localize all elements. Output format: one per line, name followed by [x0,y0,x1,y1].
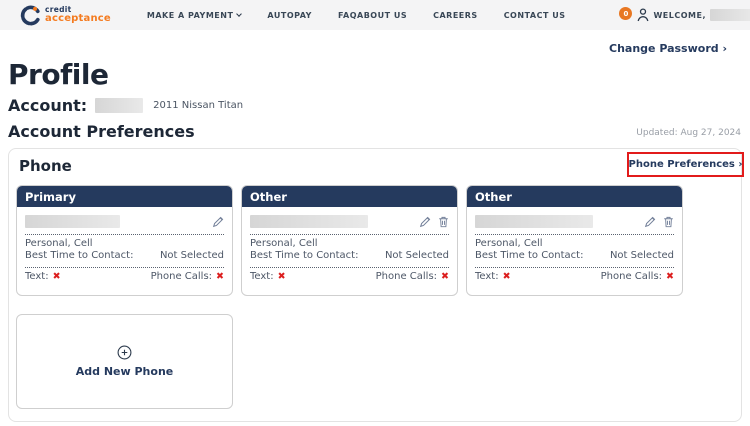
x-mark-icon: ✖ [53,271,61,282]
phone-line-type: Personal, Cell [475,238,674,249]
phone-card-primary: Primary Personal, Cell Best Time to Cont… [16,185,233,296]
phone-type-label: Primary [25,190,76,204]
best-time-label: Best Time to Contact: [25,249,133,263]
trash-icon[interactable] [663,216,674,228]
phone-card-header: Other [242,186,457,207]
text-consent-label: Text: [475,271,499,282]
nav-item-autopay[interactable]: AUTOPAY [267,11,312,20]
redacted-phone-number [250,215,368,228]
phone-type-label: Other [475,190,512,204]
chevron-down-icon [237,11,243,17]
phone-line-type: Personal, Cell [25,238,224,249]
calls-consent-label: Phone Calls: [376,271,437,282]
nav-links-left: MAKE A PAYMENT AUTOPAY FAQ [147,11,357,20]
pencil-icon[interactable] [419,216,431,228]
credit-acceptance-logo-icon [20,5,41,26]
phone-card-header: Other [467,186,682,207]
nav-item-make-a-payment[interactable]: MAKE A PAYMENT [147,11,242,20]
brand-name-line2: acceptance [45,14,111,24]
phone-type-label: Other [250,190,287,204]
nav-item-faq[interactable]: FAQ [338,11,357,20]
brand-logo[interactable]: credit acceptance [20,5,111,26]
redacted-phone-number [475,215,593,228]
trash-icon[interactable] [438,216,449,228]
page-title: Profile [8,58,108,91]
best-time-label: Best Time to Contact: [475,249,583,263]
account-menu[interactable]: 0 WELCOME, [619,8,750,22]
account-label: Account: [8,96,87,115]
notification-badge: 0 [619,7,632,20]
nav-item-careers[interactable]: CAREERS [433,11,478,20]
text-consent-label: Text: [25,271,49,282]
best-time-value: Not Selected [385,249,449,263]
calls-consent-label: Phone Calls: [151,271,212,282]
phone-panel-title: Phone [19,157,72,175]
phone-card-other-1: Other Personal, Cell [241,185,458,296]
section-title: Account Preferences [8,122,195,141]
account-vehicle: 2011 Nissan Titan [153,100,243,111]
calls-consent-label: Phone Calls: [601,271,662,282]
phone-card-other-2: Other Personal, Cell [466,185,683,296]
redacted-phone-number [25,215,120,228]
phone-preferences-link[interactable]: Phone Preferences › [629,159,743,170]
plus-circle-icon [117,345,132,360]
annotation-red-box: Phone Preferences › [627,152,744,177]
pencil-icon[interactable] [644,216,656,228]
best-time-label: Best Time to Contact: [250,249,358,263]
x-mark-icon: ✖ [503,271,511,282]
text-consent-label: Text: [250,271,274,282]
updated-timestamp: Updated: Aug 27, 2024 [636,128,741,138]
add-new-phone-label: Add New Phone [76,365,174,378]
best-time-value: Not Selected [160,249,224,263]
phone-panel: Phone Phone Preferences › Primary [8,148,742,422]
x-mark-icon: ✖ [666,271,674,282]
nav-links-right: ABOUT US CAREERS CONTACT US 0 WELCOME, [357,8,750,22]
top-nav: credit acceptance MAKE A PAYMENT AUTOPAY… [0,0,750,30]
x-mark-icon: ✖ [278,271,286,282]
welcome-label: WELCOME, [653,11,706,20]
redacted-account-number [95,98,143,113]
account-row: Account: 2011 Nissan Titan [8,96,243,115]
nav-item-contact-us[interactable]: CONTACT US [504,11,566,20]
phone-card-header: Primary [17,186,232,207]
nav-item-about-us[interactable]: ABOUT US [357,11,407,20]
phone-line-type: Personal, Cell [250,238,449,249]
x-mark-icon: ✖ [216,271,224,282]
add-new-phone-button[interactable]: Add New Phone [16,314,233,409]
best-time-value: Not Selected [610,249,674,263]
redacted-username [710,9,750,21]
person-icon [637,8,649,22]
change-password-link[interactable]: Change Password › [609,42,727,55]
pencil-icon[interactable] [212,216,224,228]
profile-page: credit acceptance MAKE A PAYMENT AUTOPAY… [0,0,750,426]
x-mark-icon: ✖ [441,271,449,282]
